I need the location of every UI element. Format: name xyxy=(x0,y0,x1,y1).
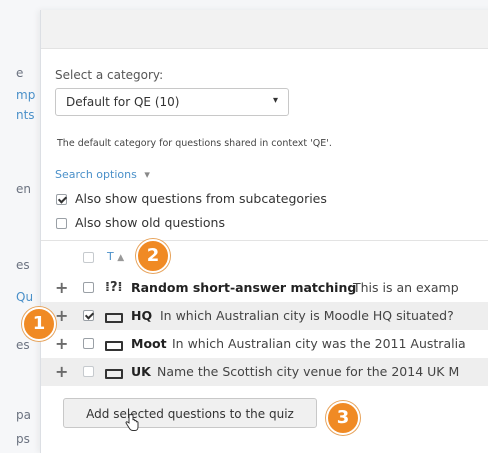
add-question-icon[interactable]: + xyxy=(55,278,68,297)
category-select[interactable]: Default for QE (10) ▾ xyxy=(55,88,289,116)
background-link-fragment[interactable]: Qu xyxy=(16,290,40,304)
short-answer-icon xyxy=(105,341,123,351)
background-link-fragment[interactable]: mp xyxy=(16,88,40,102)
question-name: Moot xyxy=(131,336,167,351)
subcategories-label: Also show questions from subcategories xyxy=(75,191,327,206)
chevron-down-icon: ▾ xyxy=(144,168,150,181)
question-checkbox[interactable] xyxy=(83,338,94,349)
category-select-value: Default for QE (10) xyxy=(66,95,180,109)
question-row: + ⁞?⁞ Random short-answer matching This … xyxy=(41,274,488,302)
search-options-label: Search options xyxy=(55,168,137,181)
question-row: + Moot In which Australian city was the … xyxy=(41,330,488,358)
background-text-fragment: e xyxy=(16,66,24,80)
add-question-icon[interactable]: + xyxy=(55,362,68,381)
category-description: The default category for questions share… xyxy=(57,138,332,149)
question-text: In which Australian city was the 2011 Au… xyxy=(172,336,466,351)
question-name: HQ xyxy=(131,308,153,323)
callout-badge: 3 xyxy=(326,401,360,435)
old-questions-label: Also show old questions xyxy=(75,215,225,230)
sort-type-label: T xyxy=(107,250,114,263)
question-checkbox[interactable] xyxy=(83,366,94,377)
background-text-fragment: ps xyxy=(16,432,30,446)
background-text-fragment: es xyxy=(16,258,30,272)
add-question-icon[interactable]: + xyxy=(55,306,68,325)
sort-arrow-icon: ▲ xyxy=(117,253,125,263)
divider xyxy=(41,240,488,241)
background-text-fragment: pa xyxy=(16,408,31,422)
search-options-link[interactable]: Search options ▾ xyxy=(55,168,150,181)
select-all-checkbox[interactable] xyxy=(83,252,94,263)
background-text-fragment: en xyxy=(16,182,31,196)
add-question-icon[interactable]: + xyxy=(55,334,68,353)
chevron-down-icon: ▾ xyxy=(272,95,278,106)
page: e mp nts en es Qu es pa ps Select a cate… xyxy=(0,0,488,453)
hand-cursor-icon xyxy=(125,414,139,431)
background-panel: e mp nts en es Qu es pa ps xyxy=(0,0,40,453)
subcategories-checkbox[interactable] xyxy=(56,194,67,205)
select-category-label: Select a category: xyxy=(55,68,164,82)
add-selected-questions-button[interactable]: Add selected questions to the quiz xyxy=(63,398,317,428)
question-checkbox[interactable] xyxy=(83,282,94,293)
question-name: UK xyxy=(131,364,151,379)
sort-by-type-link[interactable]: T ▲ xyxy=(107,250,124,263)
question-text: This is an examp xyxy=(353,280,459,295)
old-questions-checkbox[interactable] xyxy=(56,218,67,229)
question-row: + HQ In which Australian city is Moodle … xyxy=(41,302,488,330)
question-checkbox[interactable] xyxy=(83,310,94,321)
question-row: + UK Name the Scottish city venue for th… xyxy=(41,358,488,386)
short-answer-icon xyxy=(105,369,123,379)
dialog-header xyxy=(41,10,488,49)
question-name: Random short-answer matching xyxy=(131,280,357,295)
question-text: In which Australian city is Moodle HQ si… xyxy=(160,308,454,323)
callout-badge: 2 xyxy=(136,239,170,273)
background-link-fragment[interactable]: nts xyxy=(16,108,40,122)
question-bank-dialog: Select a category: Default for QE (10) ▾… xyxy=(40,10,488,453)
random-question-icon: ⁞?⁞ xyxy=(105,280,123,295)
short-answer-icon xyxy=(105,313,123,323)
question-text: Name the Scottish city venue for the 201… xyxy=(157,364,460,379)
callout-badge: 1 xyxy=(22,307,56,341)
